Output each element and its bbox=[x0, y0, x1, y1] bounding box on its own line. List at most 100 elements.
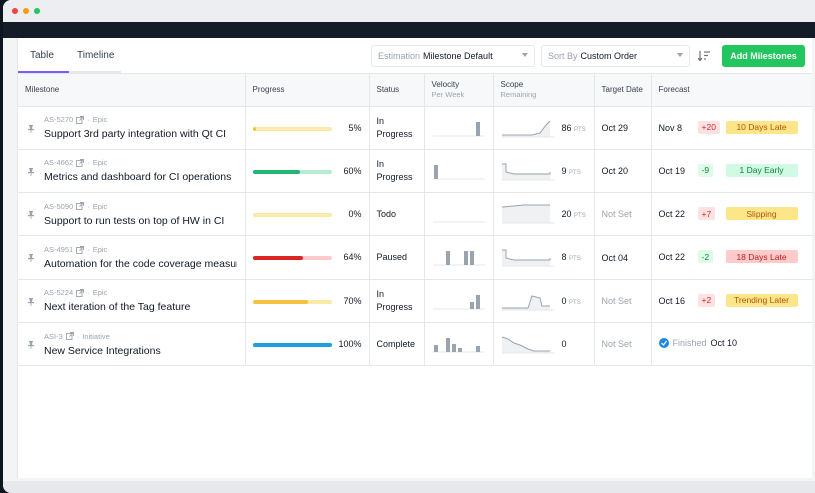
progress-bar-fill bbox=[252, 342, 332, 347]
points-unit: PTS bbox=[569, 256, 581, 263]
milestone-type: Epic bbox=[92, 288, 108, 298]
scope-points-value: 20 bbox=[561, 209, 572, 220]
forecast-status-badge: 18 Days Late bbox=[725, 250, 798, 264]
status-cell[interactable]: Todo bbox=[369, 192, 425, 237]
milestone-separator: · bbox=[87, 201, 90, 211]
target-date: Not Set bbox=[601, 339, 632, 350]
progress-bar bbox=[252, 342, 332, 347]
pin-icon[interactable] bbox=[28, 211, 34, 220]
scope-points: 0 PTS bbox=[562, 296, 581, 306]
milestone-meta: ASI-3 · Initiative bbox=[44, 332, 245, 341]
target-date-cell[interactable]: Not Set bbox=[594, 192, 652, 237]
close-window-dot[interactable] bbox=[12, 8, 18, 14]
scope-subheader: Remaining bbox=[500, 90, 537, 100]
target-date: Not Set bbox=[601, 295, 632, 306]
milestone-meta: AS-5224 · Epic bbox=[44, 288, 245, 297]
estimation-select[interactable]: Estimation Milestone Default bbox=[371, 45, 535, 67]
milestone-cell[interactable]: AS-4951 · Epic Automation for the code c… bbox=[18, 235, 246, 280]
milestone-id[interactable]: AS-5090 bbox=[44, 202, 73, 211]
milestone-title[interactable]: Support to run tests on top of HW in CI bbox=[44, 215, 237, 227]
target-date-cell[interactable]: Not Set bbox=[594, 322, 652, 367]
sort-direction-icon[interactable] bbox=[698, 51, 710, 61]
progress-percent: 70% bbox=[343, 295, 362, 306]
milestone-cell[interactable]: AS-5270 · Epic Support 3rd party integra… bbox=[18, 106, 246, 150]
milestone-cell[interactable]: AS-4662 · Epic Metrics and dashboard for… bbox=[18, 149, 246, 194]
milestone-id[interactable]: AS-4662 bbox=[44, 158, 73, 167]
velocity-cell bbox=[424, 322, 494, 367]
milestone-id[interactable]: ASI-3 bbox=[44, 332, 63, 341]
target-date-cell[interactable]: Oct 04 bbox=[594, 235, 652, 280]
status-cell[interactable]: Complete bbox=[369, 322, 425, 367]
milestone-cell[interactable]: AS-5224 · Epic Next iteration of the Tag… bbox=[18, 279, 246, 323]
table-row[interactable]: AS-5090 · Epic Support to run tests on t… bbox=[18, 192, 813, 237]
col-scope[interactable]: Scope Remaining bbox=[493, 74, 595, 107]
tab-divider bbox=[69, 71, 121, 73]
scope-header: Scope bbox=[500, 80, 524, 90]
milestones-panel: Table Timeline Estimation Milestone Defa… bbox=[17, 38, 813, 478]
status-cell[interactable]: In Progress bbox=[369, 149, 425, 194]
velocity-sparkline bbox=[432, 164, 485, 180]
milestone-id[interactable]: AS-5224 bbox=[44, 288, 73, 297]
minimize-window-dot[interactable] bbox=[23, 8, 29, 14]
maximize-window-dot[interactable] bbox=[34, 8, 40, 14]
milestone-title[interactable]: Next iteration of the Tag feature bbox=[44, 301, 237, 313]
target-date: Oct 29 bbox=[601, 122, 629, 133]
milestone-title[interactable]: New Service Integrations bbox=[44, 345, 237, 357]
pin-icon[interactable] bbox=[28, 340, 34, 349]
progress-cell: 60% bbox=[245, 149, 370, 194]
progress-bar-fill bbox=[252, 299, 308, 304]
target-date-cell[interactable]: Oct 20 bbox=[594, 149, 652, 194]
forecast-status-badge: 10 Days Late bbox=[725, 120, 798, 134]
status-cell[interactable]: Paused bbox=[369, 235, 425, 280]
tab-timeline[interactable]: Timeline bbox=[77, 50, 114, 61]
external-link-icon[interactable] bbox=[76, 202, 85, 211]
finished-label: Finished bbox=[672, 337, 707, 348]
tab-table[interactable]: Table bbox=[30, 50, 54, 61]
progress-cell: 70% bbox=[245, 279, 370, 323]
velocity-sparkline bbox=[432, 251, 485, 266]
col-status[interactable]: Status bbox=[369, 74, 425, 107]
target-date-cell[interactable]: Oct 29 bbox=[594, 106, 652, 150]
pin-icon[interactable] bbox=[28, 297, 34, 306]
external-link-icon[interactable] bbox=[76, 245, 85, 254]
pin-icon[interactable] bbox=[28, 124, 34, 133]
pin-icon[interactable] bbox=[28, 254, 34, 263]
milestone-type: Epic bbox=[92, 201, 108, 211]
velocity-sparkline bbox=[432, 121, 485, 136]
col-velocity[interactable]: Velocity Per Week bbox=[424, 74, 494, 107]
col-target-date[interactable]: Target Date bbox=[594, 74, 652, 107]
external-link-icon[interactable] bbox=[76, 115, 85, 124]
milestone-title[interactable]: Automation for the code coverage measure… bbox=[44, 258, 237, 270]
forecast-date: Nov 8 bbox=[658, 122, 683, 133]
velocity-cell bbox=[424, 192, 494, 237]
external-link-icon[interactable] bbox=[65, 332, 74, 341]
milestone-cell[interactable]: ASI-3 · Initiative New Service Integrati… bbox=[18, 322, 246, 367]
status-cell[interactable]: In Progress bbox=[369, 279, 425, 323]
col-progress[interactable]: Progress bbox=[245, 74, 370, 107]
external-link-icon[interactable] bbox=[76, 288, 85, 297]
progress-bar-fill bbox=[252, 169, 300, 174]
table-row[interactable]: AS-5224 · Epic Next iteration of the Tag… bbox=[18, 279, 813, 323]
milestone-cell[interactable]: AS-5090 · Epic Support to run tests on t… bbox=[18, 192, 246, 237]
forecast-delta-badge: +20 bbox=[697, 120, 720, 134]
table-row[interactable]: ASI-3 · Initiative New Service Integrati… bbox=[18, 322, 813, 367]
velocity-sparkline bbox=[432, 221, 485, 223]
status-cell[interactable]: In Progress bbox=[369, 106, 425, 150]
points-unit: PTS bbox=[574, 213, 586, 220]
col-forecast[interactable]: Forecast bbox=[651, 74, 813, 107]
milestone-title[interactable]: Support 3rd party integration with Qt CI bbox=[44, 128, 237, 140]
add-milestones-button[interactable]: Add Milestones bbox=[722, 45, 805, 67]
external-link-icon[interactable] bbox=[76, 158, 85, 167]
target-date-cell[interactable]: Not Set bbox=[594, 279, 652, 323]
table-row[interactable]: AS-4951 · Epic Automation for the code c… bbox=[18, 235, 813, 280]
milestone-id[interactable]: AS-4951 bbox=[44, 245, 73, 254]
table-row[interactable]: AS-4662 · Epic Metrics and dashboard for… bbox=[18, 149, 813, 194]
points-unit: PTS bbox=[569, 169, 581, 176]
milestone-id[interactable]: AS-5270 bbox=[44, 115, 73, 124]
scope-cell: 86 PTS bbox=[493, 106, 595, 150]
milestone-title[interactable]: Metrics and dashboard for CI operations bbox=[44, 171, 237, 183]
sort-select[interactable]: Sort By Custom Order bbox=[541, 45, 690, 67]
pin-icon[interactable] bbox=[28, 167, 34, 176]
col-milestone[interactable]: Milestone bbox=[18, 74, 246, 107]
table-row[interactable]: AS-5270 · Epic Support 3rd party integra… bbox=[18, 106, 813, 150]
